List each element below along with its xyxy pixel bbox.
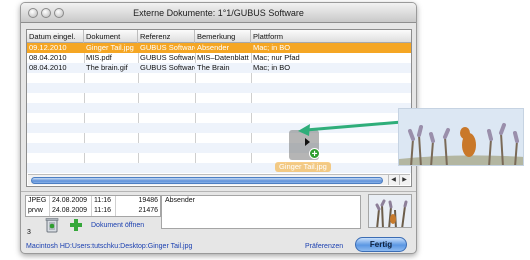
thumbnail-preview: [368, 194, 412, 228]
scroll-right-arrow-icon[interactable]: ▶: [399, 175, 409, 185]
date-cell: 09.12.2010: [29, 43, 67, 52]
file-info-row: prvw 24.08.2009 11:16 21476: [26, 206, 160, 216]
column-header-remark[interactable]: Bemerkung: [195, 30, 251, 43]
empty-row: [27, 73, 411, 83]
date-cell: 24.08.2009: [50, 196, 92, 206]
document-cell: The brain.gif: [86, 63, 128, 72]
source-photo[interactable]: [398, 108, 524, 166]
section-divider: [21, 191, 416, 192]
reference-cell: GUBUS Software: [140, 43, 195, 52]
scroll-left-arrow-icon[interactable]: ◀: [388, 175, 398, 185]
table-row[interactable]: 08.04.2010 The brain.gif GUBUS Software …: [27, 63, 411, 73]
date-cell: 24.08.2009: [50, 206, 92, 216]
remark-cell: Absender: [197, 43, 230, 52]
size-cell: 21476: [138, 207, 158, 214]
window-title: Externe Dokumente: 1°1/GUBUS Software: [133, 8, 304, 18]
document-cell: MIS.pdf: [86, 53, 112, 62]
column-header-document[interactable]: Dokument: [84, 30, 138, 43]
remark-cell: MIS–Datenblatt: [197, 53, 249, 62]
reference-cell: GUBUS Software: [140, 63, 195, 72]
add-document-icon[interactable]: [69, 217, 83, 233]
time-cell: 11:16: [92, 206, 116, 216]
empty-row: [27, 163, 411, 173]
copy-plus-badge-icon: +: [309, 148, 320, 160]
remark-cell: The Brain: [197, 63, 230, 72]
horizontal-scrollbar[interactable]: ◀ ▶: [28, 174, 410, 185]
scrollbar-thumb[interactable]: [31, 177, 383, 184]
reference-cell: GUBUS Software: [140, 53, 195, 62]
platform-cell: Mac; in BO: [253, 43, 291, 52]
thumbnail-image-icon: [369, 195, 411, 227]
preferences-link[interactable]: Präferenzen: [305, 243, 343, 250]
table-header: Datum eingel. Dokument Referenz Bemerkun…: [27, 30, 411, 43]
size-cell: 19486: [138, 197, 158, 204]
column-header-platform[interactable]: Plattform: [251, 30, 411, 43]
column-header-date[interactable]: Datum eingel.: [27, 30, 84, 43]
table-body: 09.12.2010 Ginger Tail.jpg GUBUS Softwar…: [27, 43, 411, 173]
table-row-selected[interactable]: 09.12.2010 Ginger Tail.jpg GUBUS Softwar…: [27, 43, 411, 53]
open-document-link[interactable]: Dokument öffnen: [91, 222, 144, 229]
trash-icon[interactable]: [45, 217, 59, 233]
table-row[interactable]: 08.04.2010 MIS.pdf GUBUS Software MIS–Da…: [27, 53, 411, 63]
done-button[interactable]: Fertig: [355, 237, 407, 252]
empty-row: [27, 153, 411, 163]
callout-arrow-icon: [298, 120, 403, 136]
platform-cell: Mac; in BO: [253, 63, 291, 72]
documents-table: Datum eingel. Dokument Referenz Bemerkun…: [26, 29, 412, 187]
document-count: 3: [27, 229, 31, 236]
file-info-table: JPEG 24.08.2009 11:16 19486 prvw 24.08.2…: [25, 195, 161, 217]
platform-cell: Mac; nur Pfad: [253, 53, 300, 62]
empty-row: [27, 83, 411, 93]
drag-filename-label: Ginger Tail.jpg: [275, 162, 331, 172]
file-info-row: JPEG 24.08.2009 11:16 19486: [26, 196, 160, 206]
remark-text-area[interactable]: Absender: [161, 195, 361, 229]
empty-row: [27, 93, 411, 103]
type-cell: JPEG: [26, 196, 50, 206]
title-bar[interactable]: Externe Dokumente: 1°1/GUBUS Software: [21, 3, 416, 23]
file-path: Macintosh HD:Users:tutschku:Desktop:Ging…: [26, 243, 193, 250]
column-header-reference[interactable]: Referenz: [138, 30, 195, 43]
document-cell: Ginger Tail.jpg: [86, 43, 134, 52]
empty-row: [27, 143, 411, 153]
date-cell: 08.04.2010: [29, 63, 67, 72]
time-cell: 11:16: [92, 196, 116, 206]
type-cell: prvw: [26, 206, 50, 216]
date-cell: 08.04.2010: [29, 53, 67, 62]
lavender-squirrel-photo-icon: [399, 109, 523, 165]
